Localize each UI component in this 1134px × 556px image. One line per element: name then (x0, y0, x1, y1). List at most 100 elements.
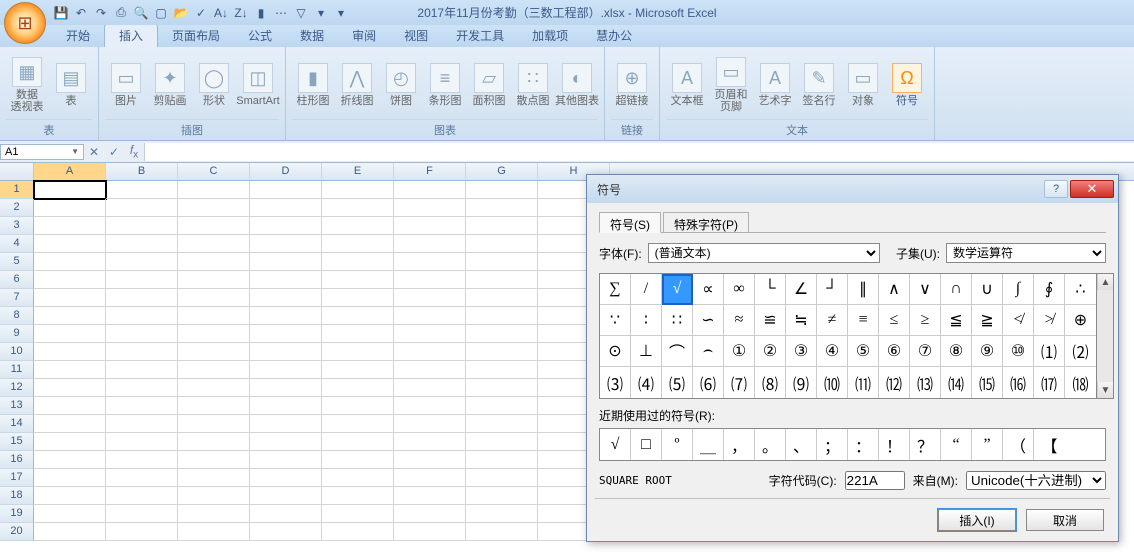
symbol-cell[interactable]: ④ (817, 336, 848, 367)
symbol-cell[interactable]: ∞ (724, 274, 755, 305)
recent-symbol-cell[interactable]: ； (817, 429, 848, 460)
cell[interactable] (394, 307, 466, 325)
symbol-button[interactable]: Ω符号 (886, 51, 928, 119)
cell[interactable] (178, 433, 250, 451)
symbol-cell[interactable]: ∩ (941, 274, 972, 305)
cell[interactable] (250, 217, 322, 235)
cell[interactable] (34, 217, 106, 235)
sigline-button[interactable]: ✎签名行 (798, 51, 840, 119)
symbol-cell[interactable]: ⑻ (755, 367, 786, 398)
cell[interactable] (178, 451, 250, 469)
cell[interactable] (394, 469, 466, 487)
recent-symbol-cell[interactable]: √ (600, 429, 631, 460)
cell[interactable] (394, 235, 466, 253)
symbol-cell[interactable]: └ (755, 274, 786, 305)
cell[interactable] (34, 325, 106, 343)
cell[interactable] (394, 343, 466, 361)
symbol-cell[interactable]: ≥ (910, 305, 941, 336)
cell[interactable] (178, 217, 250, 235)
cell[interactable] (178, 487, 250, 505)
cell[interactable] (322, 199, 394, 217)
cell[interactable] (250, 325, 322, 343)
symbol-cell[interactable]: ③ (786, 336, 817, 367)
open-icon[interactable]: 📂 (172, 4, 190, 22)
wordart-button[interactable]: A艺术字 (754, 51, 796, 119)
cell[interactable] (322, 235, 394, 253)
symbol-cell[interactable]: ∨ (910, 274, 941, 305)
ribbon-tab-0[interactable]: 开始 (52, 24, 104, 47)
cell[interactable] (394, 217, 466, 235)
hyperlink-button[interactable]: ⊕超链接 (611, 51, 653, 119)
ribbon-tab-1[interactable]: 插入 (104, 23, 158, 47)
cell[interactable] (394, 325, 466, 343)
cell[interactable] (178, 307, 250, 325)
symbol-cell[interactable]: ⑴ (1034, 336, 1065, 367)
cell[interactable] (466, 523, 538, 541)
cell[interactable] (106, 343, 178, 361)
symbol-cell[interactable]: ∽ (693, 305, 724, 336)
tab-special-chars[interactable]: 特殊字符(P) (663, 212, 749, 233)
row-header[interactable]: 11 (0, 361, 34, 379)
cell[interactable] (34, 235, 106, 253)
symbol-cell[interactable]: ⑵ (1065, 336, 1096, 367)
header-button[interactable]: ▭页眉和 页脚 (710, 51, 752, 119)
cell[interactable] (34, 181, 106, 199)
symbol-cell[interactable]: ⑸ (662, 367, 693, 398)
cell[interactable] (106, 505, 178, 523)
symbol-cell[interactable]: ⊥ (631, 336, 662, 367)
recent-symbol-cell[interactable]: ？ (910, 429, 941, 460)
picture-button[interactable]: ▭图片 (105, 51, 147, 119)
cell[interactable] (106, 415, 178, 433)
symbol-cell[interactable]: ② (755, 336, 786, 367)
cell[interactable] (322, 307, 394, 325)
symbol-cell[interactable]: ⌢ (693, 336, 724, 367)
symbol-cell[interactable]: ⑧ (941, 336, 972, 367)
cell[interactable] (466, 397, 538, 415)
cell[interactable] (322, 397, 394, 415)
row-header[interactable]: 8 (0, 307, 34, 325)
cell[interactable] (178, 469, 250, 487)
symbol-cell[interactable]: ⑦ (910, 336, 941, 367)
cell[interactable] (106, 523, 178, 541)
recent-symbol-cell[interactable]: 、 (786, 429, 817, 460)
cell[interactable] (106, 199, 178, 217)
cell[interactable] (466, 325, 538, 343)
cell[interactable] (394, 199, 466, 217)
cell[interactable] (322, 523, 394, 541)
spell-icon[interactable]: ✓ (192, 4, 210, 22)
filter-icon[interactable]: ▽ (292, 4, 310, 22)
row-header[interactable]: 1 (0, 181, 34, 199)
recent-symbol-cell[interactable]: ： (848, 429, 879, 460)
dialog-close-button[interactable]: ✕ (1070, 180, 1114, 198)
symbol-cell[interactable]: ≠ (817, 305, 848, 336)
row-header[interactable]: 15 (0, 433, 34, 451)
cell[interactable] (466, 235, 538, 253)
recent-symbol-cell[interactable]: º (662, 429, 693, 460)
cell[interactable] (34, 451, 106, 469)
redo-icon[interactable]: ↷ (92, 4, 110, 22)
cell[interactable] (250, 361, 322, 379)
symbol-cell[interactable]: ∪ (972, 274, 1003, 305)
cell[interactable] (466, 451, 538, 469)
bar-button[interactable]: ≡条形图 (424, 51, 466, 119)
cell[interactable] (106, 469, 178, 487)
symbol-cell[interactable]: ⌒ (662, 336, 693, 367)
cell[interactable] (322, 451, 394, 469)
cell[interactable] (178, 253, 250, 271)
cell[interactable] (34, 523, 106, 541)
symbol-cell[interactable]: ⒃ (1003, 367, 1034, 398)
cell[interactable] (322, 253, 394, 271)
cell[interactable] (106, 487, 178, 505)
symbol-cell[interactable]: ≌ (755, 305, 786, 336)
clipart-button[interactable]: ✦剪贴画 (149, 51, 191, 119)
cell[interactable] (106, 217, 178, 235)
cell[interactable] (178, 361, 250, 379)
scatter-button[interactable]: ∷散点图 (512, 51, 554, 119)
cell[interactable] (466, 433, 538, 451)
cell[interactable] (322, 361, 394, 379)
cell[interactable] (466, 271, 538, 289)
cell[interactable] (394, 361, 466, 379)
cell[interactable] (178, 325, 250, 343)
cell[interactable] (466, 361, 538, 379)
symbol-cell[interactable]: ⒅ (1065, 367, 1096, 398)
